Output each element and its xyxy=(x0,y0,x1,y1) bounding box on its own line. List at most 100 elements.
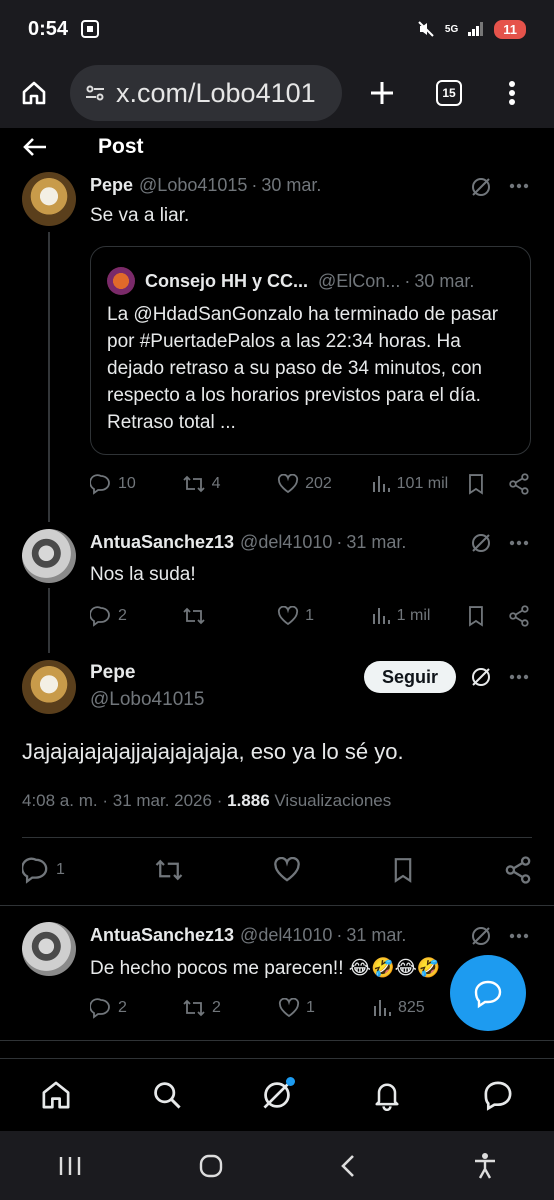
repost-icon xyxy=(183,999,205,1017)
quote-author-handle: @ElCon... xyxy=(318,270,401,291)
heart-icon xyxy=(278,606,299,626)
avatar[interactable] xyxy=(22,660,76,714)
address-bar[interactable]: x.com/Lobo4101 xyxy=(70,65,342,121)
like-button[interactable]: 202 xyxy=(277,474,371,494)
author-handle[interactable]: @del41010 xyxy=(240,925,332,946)
reply-count: 2 xyxy=(118,607,127,624)
status-time: 0:54 xyxy=(28,17,69,40)
views-count[interactable]: 1.886 xyxy=(227,791,270,810)
more-options-icon[interactable] xyxy=(509,183,529,189)
quote-text: La @HdadSanGonzalo ha terminado de pasar… xyxy=(107,304,499,433)
reply-icon xyxy=(90,606,110,627)
browser-menu-icon[interactable] xyxy=(502,73,522,113)
bookmark-icon[interactable] xyxy=(466,605,486,627)
grok-icon[interactable] xyxy=(470,666,492,688)
reply-button[interactable]: 2 xyxy=(90,997,182,1019)
bell-icon[interactable] xyxy=(371,1079,403,1111)
grok-icon[interactable] xyxy=(470,176,492,198)
browser-toolbar: x.com/Lobo4101 15 xyxy=(0,58,554,128)
system-navigation-bar xyxy=(0,1131,554,1200)
repost-count: 2 xyxy=(212,999,221,1016)
chat-bubble-icon xyxy=(474,980,502,1009)
separator-dot: · xyxy=(336,532,343,552)
reply-count: 1 xyxy=(56,861,65,878)
repost-button[interactable]: 2 xyxy=(182,997,278,1019)
views-button[interactable]: 1 mil xyxy=(371,606,467,626)
author-name[interactable]: AntuaSanchez13 xyxy=(90,532,234,553)
tweet-date[interactable]: 31 mar. xyxy=(346,532,406,553)
tweet-meta: AntuaSanchez13 @del41010 · 31 mar. xyxy=(90,532,406,553)
avatar[interactable] xyxy=(22,922,76,976)
avatar[interactable] xyxy=(22,529,76,583)
mute-icon xyxy=(418,21,434,37)
views-label: Visualizaciones xyxy=(274,791,392,810)
more-options-icon[interactable] xyxy=(509,540,529,546)
author-name[interactable]: Pepe xyxy=(90,662,135,684)
back-arrow-icon[interactable] xyxy=(22,136,48,158)
share-icon[interactable] xyxy=(508,605,530,627)
share-icon[interactable] xyxy=(508,473,530,495)
bookmark-icon[interactable] xyxy=(391,856,415,884)
home-icon[interactable] xyxy=(12,71,56,115)
like-button[interactable]: 1 xyxy=(278,998,372,1018)
grok-icon[interactable] xyxy=(470,532,492,554)
like-button[interactable]: 1 xyxy=(277,606,371,626)
new-tab-icon[interactable] xyxy=(362,73,402,113)
reply-button[interactable]: 10 xyxy=(90,473,182,495)
tweet-meta: Pepe @Lobo41015 · 30 mar. xyxy=(90,175,321,196)
quote-meta: Consejo HH y CC... @ElCon... · 30 mar. xyxy=(107,267,517,295)
more-options-icon[interactable] xyxy=(509,933,529,939)
more-options-icon[interactable] xyxy=(509,674,529,680)
bookmark-icon[interactable] xyxy=(466,473,486,495)
tweet-actions: 10 4 202 101 mil xyxy=(90,473,530,495)
reply-icon xyxy=(90,474,110,495)
repost-icon xyxy=(182,475,205,493)
divider xyxy=(0,1040,554,1041)
author-handle[interactable]: @Lobo41015 xyxy=(90,689,204,711)
like-count: 202 xyxy=(305,475,332,492)
recent-apps-icon[interactable] xyxy=(57,1154,83,1178)
repost-button[interactable] xyxy=(182,605,278,627)
repost-count: 4 xyxy=(211,475,221,492)
home-icon[interactable] xyxy=(39,1078,73,1112)
views-icon xyxy=(374,1000,391,1016)
share-icon[interactable] xyxy=(504,856,532,884)
separator-dot: · xyxy=(336,925,343,945)
reply-button[interactable]: 2 xyxy=(90,605,182,627)
avatar[interactable] xyxy=(22,172,76,226)
tweet-date[interactable]: 31 mar. xyxy=(346,925,406,946)
messages-icon[interactable] xyxy=(481,1078,515,1112)
accessibility-icon[interactable] xyxy=(473,1152,497,1180)
author-name[interactable]: Pepe xyxy=(90,175,133,196)
search-icon[interactable] xyxy=(151,1079,183,1111)
author-handle[interactable]: @Lobo41015 xyxy=(139,175,247,196)
bottom-navigation xyxy=(0,1058,554,1131)
repost-button[interactable]: 4 xyxy=(182,473,278,495)
tweet-text-body: De hecho pocos me parecen!! xyxy=(90,958,344,979)
author-handle[interactable]: @del41010 xyxy=(240,532,332,553)
tab-switcher-button[interactable]: 15 xyxy=(436,80,462,106)
grok-nav-item[interactable] xyxy=(261,1077,295,1111)
compose-reply-fab[interactable] xyxy=(450,955,526,1031)
views-icon xyxy=(372,608,390,624)
tweet-text: Se va a liar. xyxy=(90,205,190,226)
back-icon[interactable] xyxy=(338,1153,358,1179)
site-settings-icon[interactable] xyxy=(84,82,106,104)
tweet-date[interactable]: 30 mar. xyxy=(261,175,321,196)
thread-line xyxy=(48,588,50,653)
tweet-time: 4:08 a. m. xyxy=(22,791,98,810)
home-button-icon[interactable] xyxy=(198,1153,224,1179)
emoji-group: 😂🤣😂🤣 xyxy=(348,957,441,979)
tweet-date: 31 mar. 2026 xyxy=(112,791,212,810)
repost-icon[interactable] xyxy=(154,856,184,884)
quote-date: 30 mar. xyxy=(414,270,475,291)
reply-count: 2 xyxy=(118,999,127,1016)
reply-button[interactable]: 1 xyxy=(22,856,65,884)
views-button[interactable]: 101 mil xyxy=(371,474,467,494)
grok-icon[interactable] xyxy=(470,925,492,947)
follow-button[interactable]: Seguir xyxy=(364,661,456,693)
quote-tweet-card[interactable]: Consejo HH y CC... @ElCon... · 30 mar. L… xyxy=(90,246,531,455)
author-name[interactable]: AntuaSanchez13 xyxy=(90,925,234,946)
heart-icon[interactable] xyxy=(273,857,301,883)
tweet-meta: AntuaSanchez13 @del41010 · 31 mar. xyxy=(90,925,406,946)
